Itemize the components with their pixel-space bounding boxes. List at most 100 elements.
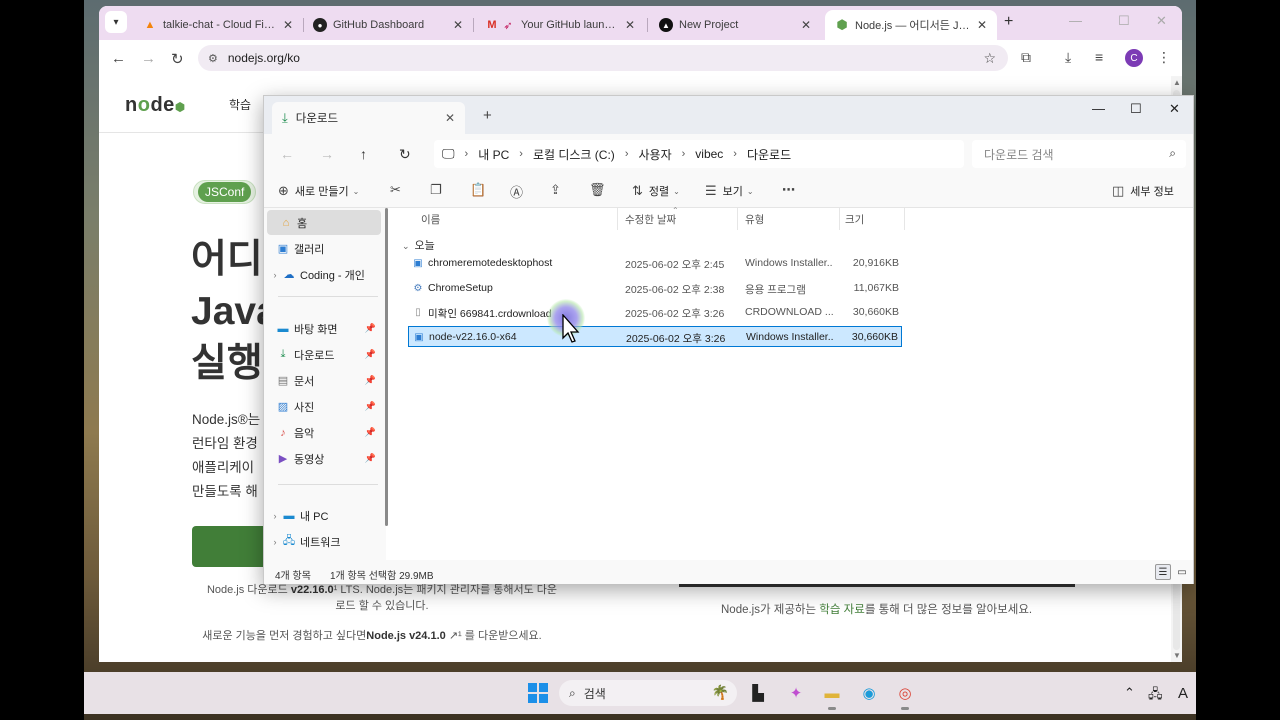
scroll-up-icon[interactable]: ▲ bbox=[1173, 78, 1181, 87]
view-button[interactable]: ☰ 보기 ⌄ bbox=[705, 183, 754, 199]
pin-icon[interactable]: 📌 bbox=[365, 401, 376, 412]
network-status-icon[interactable]: 🖧 bbox=[1148, 685, 1163, 707]
download-button[interactable] bbox=[192, 526, 272, 567]
windows-start-icon[interactable] bbox=[528, 683, 548, 703]
column-header-size[interactable]: 크기 bbox=[845, 212, 864, 227]
pin-icon[interactable]: 📌 bbox=[365, 453, 376, 464]
bookmark-star-icon[interactable]: ☆ bbox=[983, 50, 996, 67]
sidebar-item-home[interactable]: ⌂ 홈 bbox=[267, 210, 381, 235]
download-icon[interactable]: ⤓ bbox=[1065, 49, 1071, 66]
close-icon[interactable]: ✕ bbox=[453, 18, 463, 32]
refresh-icon[interactable]: ↻ bbox=[399, 146, 411, 163]
sidebar-item-documents[interactable]: ▤ 문서 📌 bbox=[264, 368, 378, 393]
pin-icon[interactable]: 📌 bbox=[365, 427, 376, 438]
column-header-name[interactable]: 이름 bbox=[421, 212, 440, 227]
more-icon[interactable]: ⋯ bbox=[782, 182, 795, 198]
new-tab-button[interactable]: + bbox=[1004, 13, 1013, 31]
chevron-right-icon[interactable]: › bbox=[268, 270, 282, 280]
reload-icon[interactable]: ↻ bbox=[171, 50, 184, 68]
close-icon[interactable]: ✕ bbox=[445, 111, 455, 125]
search-input[interactable]: 다운로드 검색 ⌕ bbox=[972, 140, 1186, 168]
back-icon[interactable]: ← bbox=[280, 146, 294, 162]
nav-learn-link[interactable]: 학습 bbox=[229, 96, 251, 113]
new-tab-button[interactable]: + bbox=[483, 107, 492, 124]
close-window-icon[interactable]: ✕ bbox=[1156, 13, 1167, 29]
taskbar-search[interactable]: ⌕ 검색 🌴 bbox=[559, 680, 737, 706]
sidebar-item-this-pc[interactable]: › ▬ 내 PC bbox=[264, 503, 378, 528]
breadcrumb-item[interactable]: 로컬 디스크 (C:) bbox=[533, 146, 615, 163]
close-window-icon[interactable]: ✕ bbox=[1169, 101, 1180, 117]
column-divider[interactable] bbox=[904, 208, 905, 230]
paste-icon[interactable]: 📋 bbox=[470, 182, 486, 198]
nav-pane-scrollbar[interactable] bbox=[385, 208, 388, 526]
breadcrumb-item[interactable]: 사용자 bbox=[638, 146, 671, 163]
close-icon[interactable]: ✕ bbox=[283, 18, 293, 32]
tab-gmail[interactable]: M ➶ Your GitHub launch c ✕ bbox=[475, 10, 645, 40]
jsconf-badge[interactable]: JSConf bbox=[193, 180, 257, 204]
column-header-type[interactable]: 유형 bbox=[745, 212, 764, 227]
sidebar-item-music[interactable]: ♪ 음악 📌 bbox=[264, 420, 378, 445]
file-row[interactable]: ▯ 미확인 669841.crdownload 2025-06-02 오후 3:… bbox=[408, 302, 902, 323]
tab-firebase[interactable]: ▲ talkie-chat - Cloud Firesto ✕ bbox=[133, 10, 303, 40]
tab-github[interactable]: ● GitHub Dashboard ✕ bbox=[303, 10, 473, 40]
current-version-link[interactable]: Node.js v24.1.0 bbox=[366, 630, 446, 642]
breadcrumb-item[interactable]: 내 PC bbox=[478, 146, 509, 163]
chevron-right-icon[interactable]: › bbox=[268, 537, 282, 547]
sidebar-item-gallery[interactable]: ▣ 갤러리 bbox=[264, 236, 378, 261]
minimize-icon[interactable]: — bbox=[1069, 13, 1082, 28]
tiles-view-icon[interactable]: ▭ bbox=[1174, 564, 1190, 580]
extensions-icon[interactable]: ⧉ bbox=[1021, 49, 1031, 66]
file-row-selected[interactable]: ▣ node-v22.16.0-x64 2025-06-02 오후 3:26 W… bbox=[408, 326, 902, 347]
breadcrumb-item[interactable]: vibec bbox=[695, 147, 723, 161]
profile-avatar[interactable]: C bbox=[1125, 49, 1143, 67]
copilot-icon[interactable]: ✦ bbox=[784, 681, 808, 705]
task-view-icon[interactable]: ▙ bbox=[746, 681, 770, 705]
maximize-icon[interactable]: ☐ bbox=[1130, 101, 1142, 117]
sidebar-item-desktop[interactable]: ▬ 바탕 화면 📌 bbox=[264, 316, 378, 341]
back-icon[interactable]: ← bbox=[111, 50, 126, 67]
sidebar-item-onedrive[interactable]: › ☁ Coding - 개인 bbox=[264, 262, 378, 287]
group-header-today[interactable]: ⌄ 오늘 bbox=[402, 237, 435, 253]
file-explorer-icon[interactable]: ▬ bbox=[820, 681, 844, 710]
scroll-down-icon[interactable]: ▼ bbox=[1173, 651, 1181, 660]
edge-icon[interactable]: ◉ bbox=[857, 681, 881, 705]
sidebar-item-network[interactable]: › 🖧 네트워크 bbox=[264, 529, 378, 554]
tab-nodejs[interactable]: ⬢ Node.js — 어디서든 Java ✕ bbox=[825, 10, 997, 40]
nodejs-logo[interactable]: node⬢ bbox=[125, 94, 186, 117]
file-row[interactable]: ▣ chromeremotedesktophost 2025-06-02 오후 … bbox=[408, 253, 902, 274]
close-icon[interactable]: ✕ bbox=[625, 18, 635, 32]
explorer-tab-downloads[interactable]: ⤓ 다운로드 ✕ bbox=[272, 102, 465, 134]
close-icon[interactable]: ✕ bbox=[977, 18, 987, 32]
address-bar[interactable]: ⚙ nodejs.org/ko ☆ bbox=[198, 45, 1008, 71]
media-icon[interactable]: ≡ bbox=[1095, 49, 1103, 65]
tab-new-project[interactable]: ▲ New Project ✕ bbox=[649, 10, 821, 40]
details-pane-button[interactable]: ◫ 세부 정보 bbox=[1112, 183, 1174, 199]
sidebar-item-videos[interactable]: ▶ 동영상 📌 bbox=[264, 446, 378, 471]
breadcrumb[interactable]: 🖵 › 내 PC › 로컬 디스크 (C:) › 사용자 › vibec › 다… bbox=[434, 140, 964, 168]
pin-icon[interactable]: 📌 bbox=[365, 323, 376, 334]
chrome-icon[interactable]: ◎ bbox=[893, 681, 917, 710]
details-view-icon[interactable]: ☰ bbox=[1155, 564, 1171, 580]
chevron-up-icon[interactable]: ⌃ bbox=[1124, 685, 1135, 701]
sidebar-item-downloads[interactable]: ⤓ 다운로드 📌 bbox=[264, 342, 378, 367]
tab-search-button[interactable]: ▾ bbox=[105, 11, 127, 33]
menu-icon[interactable]: ⋮ bbox=[1157, 49, 1171, 66]
pin-icon[interactable]: 📌 bbox=[365, 349, 376, 360]
copy-icon[interactable]: ❐ bbox=[430, 182, 442, 198]
sort-button[interactable]: ⇅ 정렬 ⌄ bbox=[632, 183, 680, 199]
forward-icon[interactable]: → bbox=[141, 50, 156, 67]
pin-icon[interactable]: 📌 bbox=[365, 375, 376, 386]
rename-icon[interactable]: Ⓐ bbox=[510, 182, 523, 201]
maximize-icon[interactable]: ☐ bbox=[1118, 13, 1130, 29]
close-icon[interactable]: ✕ bbox=[801, 18, 811, 32]
column-header-modified[interactable]: 수정한 날짜 bbox=[625, 212, 676, 227]
learn-resources-link[interactable]: 학습 자료 bbox=[819, 604, 865, 616]
column-divider[interactable] bbox=[617, 208, 618, 230]
delete-icon[interactable]: 🗑 bbox=[589, 182, 606, 198]
column-divider[interactable] bbox=[839, 208, 840, 230]
forward-icon[interactable]: → bbox=[320, 146, 334, 162]
up-icon[interactable]: ↑ bbox=[360, 146, 367, 162]
site-info-icon[interactable]: ⚙ bbox=[208, 52, 218, 65]
new-button[interactable]: ⊕ 새로 만들기 ⌄ bbox=[278, 183, 359, 199]
share-icon[interactable]: ⇪ bbox=[550, 182, 561, 198]
